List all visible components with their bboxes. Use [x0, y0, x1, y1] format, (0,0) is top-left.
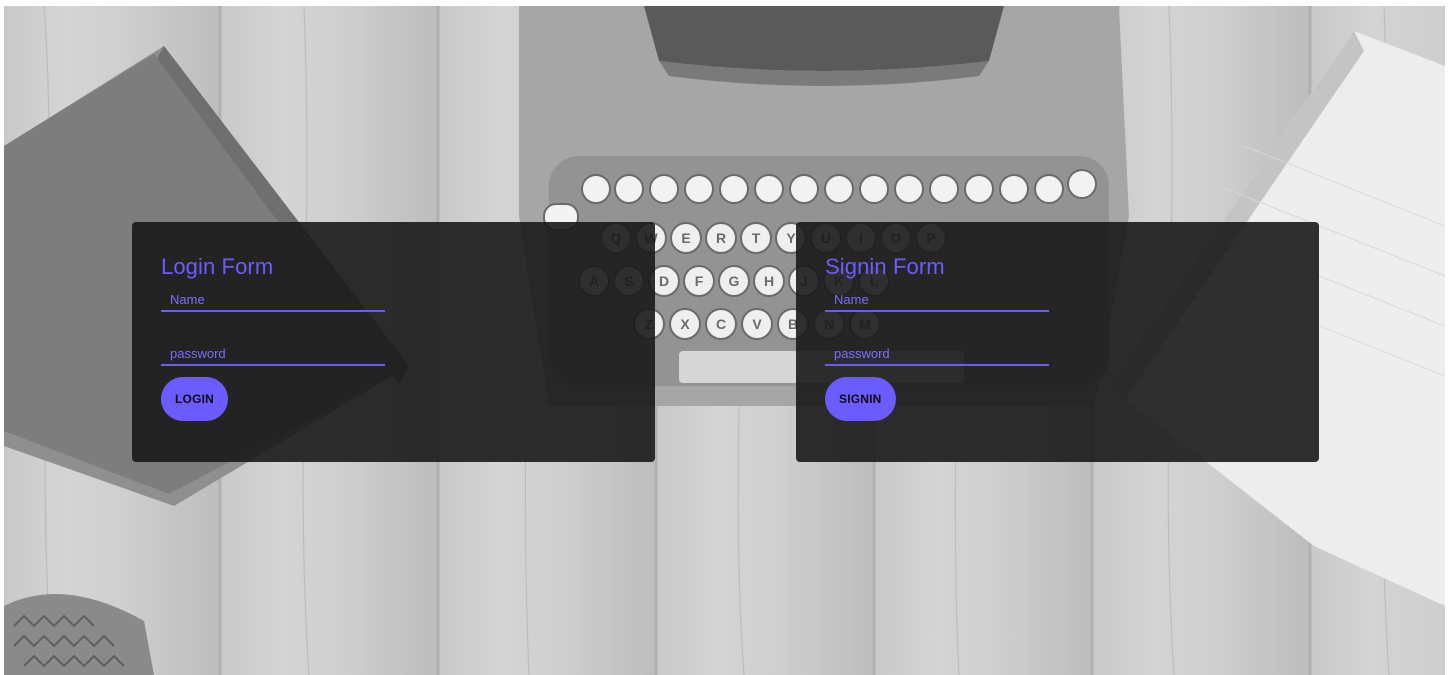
- signin-name-input[interactable]: [825, 288, 1049, 312]
- typewriter-key-label: R: [716, 230, 726, 246]
- typewriter-key-label: X: [680, 316, 690, 332]
- signin-form-title: Signin Form: [825, 254, 945, 279]
- typewriter-key-label: C: [716, 316, 726, 332]
- login-name-input[interactable]: [161, 288, 385, 312]
- login-name-field: [161, 288, 385, 314]
- login-password-field: [161, 342, 385, 368]
- typewriter-key-label: V: [752, 316, 762, 332]
- signin-form-card: Signin Form SIGNIN: [796, 222, 1319, 462]
- login-password-input[interactable]: [161, 342, 385, 366]
- typewriter-key-label: F: [695, 273, 704, 289]
- typewriter-key-label: Y: [786, 230, 796, 246]
- pinecone-shape: [4, 594, 154, 675]
- signin-name-field: [825, 288, 1049, 314]
- typewriter-key-label: H: [764, 273, 774, 289]
- typewriter-key-label: D: [659, 273, 669, 289]
- page: QWERTYUIOP ASDFGHJKL ZXCVBNM Login Form …: [0, 0, 1453, 675]
- login-form-card: Login Form LOGIN: [132, 222, 655, 462]
- signin-button[interactable]: SIGNIN: [825, 377, 896, 421]
- login-button[interactable]: LOGIN: [161, 377, 228, 421]
- signin-password-field: [825, 342, 1049, 368]
- typewriter-key-label: G: [729, 273, 740, 289]
- typewriter-key-label: E: [681, 230, 690, 246]
- login-form-title: Login Form: [161, 254, 274, 279]
- typewriter-key-label: T: [752, 230, 761, 246]
- signin-password-input[interactable]: [825, 342, 1049, 366]
